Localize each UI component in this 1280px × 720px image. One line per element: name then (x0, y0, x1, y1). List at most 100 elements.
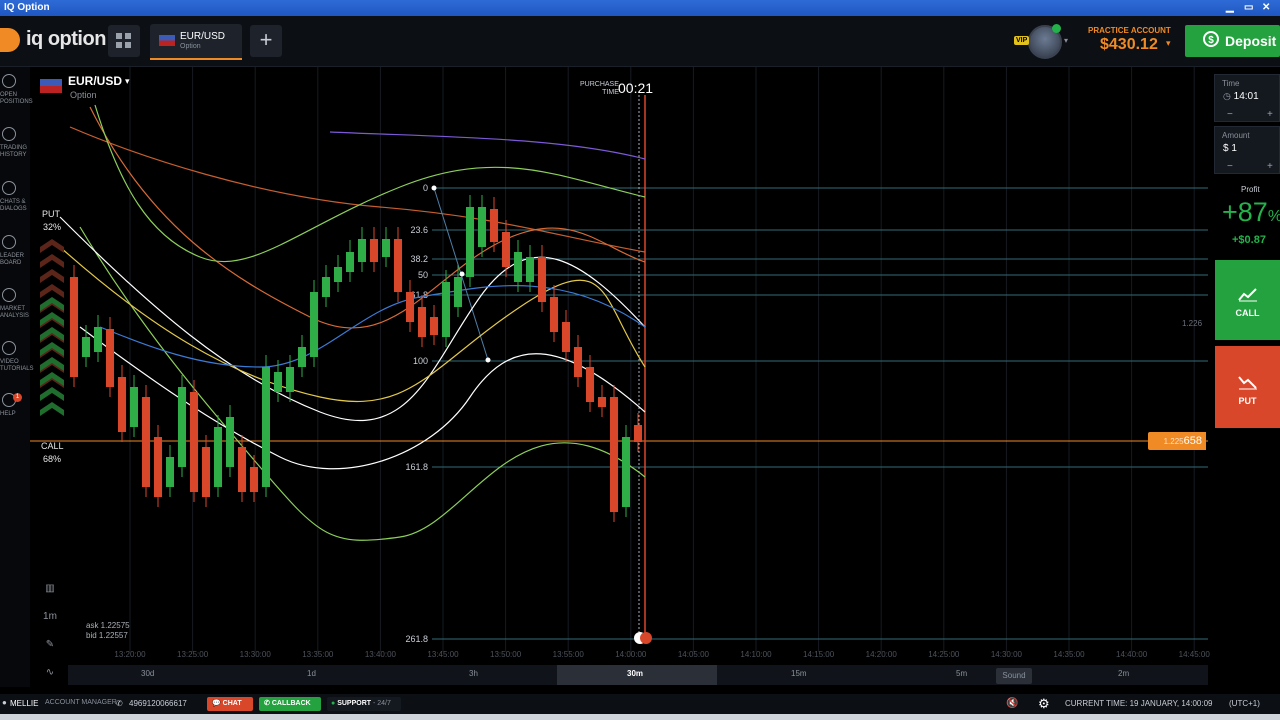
candle-bear (70, 277, 78, 377)
minimize-icon[interactable]: ▁ (1226, 2, 1234, 13)
call-sentiment-chevron (40, 387, 64, 401)
deposit-button[interactable]: $ Deposit (1185, 25, 1280, 57)
indicator-line (329, 131, 646, 160)
maximize-icon[interactable]: ▭ (1244, 2, 1253, 13)
timeframe-option-5m[interactable]: 5m (956, 669, 967, 678)
asset-chevron-down-icon[interactable]: ▾ (125, 76, 130, 87)
amount-increase-button[interactable]: + (1267, 161, 1273, 172)
chat-button[interactable]: 💬 CHAT (207, 697, 253, 711)
price-chart[interactable]: 023.638.25061.8100161.8261.8 13:20:00 13:… (0, 67, 1210, 665)
current-price-tag: 1.225658 (1148, 432, 1206, 450)
expiry-time-label: Time (1222, 79, 1240, 88)
call-button-label: CALL (1235, 308, 1260, 318)
account-chevron-down-icon[interactable]: ▾ (1166, 38, 1171, 49)
close-icon[interactable]: ✕ (1262, 2, 1270, 13)
candle-bear (574, 347, 582, 377)
call-sentiment-pct: 68% (43, 454, 62, 464)
account-balance[interactable]: $430.12 (1100, 36, 1158, 54)
add-asset-button[interactable]: + (250, 25, 282, 57)
current-time: CURRENT TIME: 19 JANUARY, 14:00:09 (1065, 699, 1213, 708)
candle-bear (238, 447, 246, 492)
candle-bull (178, 387, 186, 467)
indicator-line (94, 104, 646, 262)
x-tick-label: 14:40:00 (1116, 650, 1148, 659)
avatar-chevron-down-icon[interactable]: ▾ (1064, 36, 1068, 45)
call-sentiment-label: CALL (41, 441, 64, 451)
logo-icon (0, 28, 20, 52)
timeframe-option-15m[interactable]: 15m (791, 669, 807, 678)
x-tick-label: 13:40:00 (365, 650, 397, 659)
eurusd-flag-icon (40, 79, 62, 93)
x-tick-label: 13:50:00 (490, 650, 522, 659)
profit-label: Profit (1241, 185, 1260, 194)
timeframe-option-1d[interactable]: 1d (307, 669, 316, 678)
asset-tab-type: Option (180, 43, 201, 50)
timezone: (UTC+1) (1229, 699, 1260, 708)
timeframe-option-30m[interactable]: 30m (627, 669, 643, 678)
candle-bull (466, 207, 474, 277)
put-button[interactable]: PUT (1215, 346, 1280, 428)
candle-bear (430, 317, 438, 335)
candle-bull (526, 257, 534, 282)
user-icon: ● (2, 698, 7, 707)
asset-tab-eurusd[interactable]: EUR/USD Option (150, 24, 242, 60)
put-chart-down-icon (1238, 376, 1257, 390)
amount-value[interactable]: $ 1 (1223, 143, 1237, 154)
candle-bull (478, 207, 486, 247)
put-sentiment-label: PUT (42, 209, 60, 219)
amount-decrease-button[interactable]: − (1227, 161, 1233, 172)
timeframe-option-3h[interactable]: 3h (469, 669, 478, 678)
candle-bear (550, 297, 558, 332)
fib-level-label: 38.2 (410, 254, 428, 264)
time-increase-button[interactable]: + (1267, 109, 1273, 120)
profit-amount: +$0.87 (1232, 234, 1266, 246)
timeframe-option-2m[interactable]: 2m (1118, 669, 1129, 678)
call-button[interactable]: CALL (1215, 260, 1280, 340)
candle-bull (442, 282, 450, 337)
chart-asset-title[interactable]: EUR/USD (68, 74, 122, 88)
indicators-icon[interactable]: ∿ (38, 662, 62, 684)
assets-grid-button[interactable] (108, 25, 140, 57)
candle-bull (514, 252, 522, 282)
callback-label: CALLBACK (271, 700, 311, 707)
candle-bear (106, 329, 114, 387)
callback-button[interactable]: ✆ CALLBACK (259, 697, 321, 711)
x-tick-label: 14:10:00 (740, 650, 772, 659)
candle-bear (190, 392, 198, 492)
current-price-prefix: 1.225 (1163, 437, 1184, 446)
mute-icon[interactable]: 🔇 (1006, 698, 1018, 709)
timeframe-option-30d[interactable]: 30d (141, 669, 154, 678)
sound-tooltip: Sound (996, 668, 1032, 684)
eu-us-flag-icon (159, 35, 175, 46)
clock-icon: ◷ (1223, 91, 1231, 101)
x-tick-label: 13:45:00 (427, 650, 459, 659)
logo-text: iq option (26, 28, 106, 50)
amount-field[interactable]: Amount $ 1 − + (1214, 126, 1280, 174)
profit-percent: +87% (1222, 197, 1280, 228)
expiry-timer-icon (640, 632, 652, 644)
x-tick-label: 14:20:00 (866, 650, 898, 659)
x-tick-label: 13:30:00 (240, 650, 272, 659)
chat-icon: 💬 (212, 700, 221, 707)
dollar-icon: $ (1203, 31, 1219, 47)
support-button[interactable]: ● SUPPORT - 24/7 (327, 697, 401, 711)
settings-gear-icon[interactable]: ⚙ (1038, 696, 1050, 712)
candle-bear (406, 292, 414, 322)
candle-bull (322, 277, 330, 297)
phone-icon: ✆ (116, 699, 123, 708)
time-decrease-button[interactable]: − (1227, 109, 1233, 120)
expiry-time-field[interactable]: Time ◷ 14:01 − + (1214, 74, 1280, 122)
interval-button[interactable]: 1m (38, 606, 62, 628)
support-status-icon: ● (331, 700, 336, 707)
indicator-line (69, 126, 646, 253)
callback-icon: ✆ (264, 700, 270, 707)
expiry-time-text: 14:01 (1233, 91, 1259, 102)
quote-box: ask 1.22575 bid 1.22557 (86, 621, 130, 641)
candle-bear (142, 397, 150, 487)
put-button-label: PUT (1238, 396, 1257, 406)
chart-type-icon[interactable]: ▥ (38, 578, 62, 600)
candle-bear (502, 232, 510, 267)
candle-bear (394, 239, 402, 292)
put-sentiment-chevron (40, 239, 64, 253)
drawing-tools-icon[interactable]: ✎ (38, 634, 62, 656)
